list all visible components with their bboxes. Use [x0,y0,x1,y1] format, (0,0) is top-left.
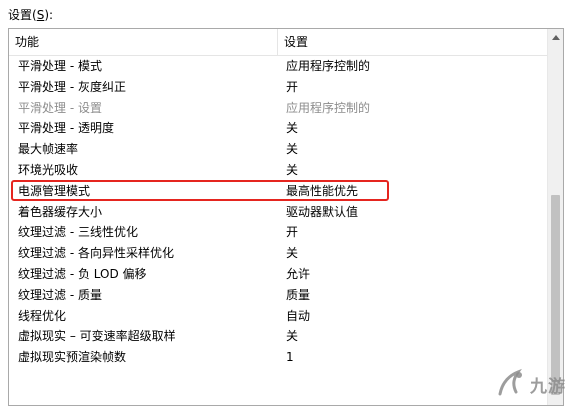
feature-name: 平滑处理 - 模式 [18,59,102,73]
table-row[interactable]: 纹理过滤 - 质量 质量 [9,285,547,306]
table-row[interactable]: 虚拟现实预渲染帧数 1 [9,347,547,368]
table-row[interactable]: 纹理过滤 - 各向异性采样优化 关 [9,243,547,264]
setting-value: 关 [286,329,299,344]
table-row[interactable]: 平滑处理 - 灰度纠正 开 [9,77,547,98]
setting-value: 驱动器默认值 [286,204,359,219]
feature-name: 纹理过滤 - 三线性优化 [18,225,138,240]
feature-name: 最大帧速率 [18,142,79,157]
setting-value: 允许 [286,266,311,281]
settings-section-label: 设置(S): [8,8,54,22]
setting-value: 自动 [286,308,311,323]
setting-value: 关 [286,142,299,157]
table-row[interactable]: 平滑处理 - 设置 应用程序控制的 [9,98,547,119]
setting-value: 关 [286,121,299,136]
feature-name: 虚拟现实预渲染帧数 [18,350,127,365]
watermark-text: 九游 [530,377,566,397]
feature-name: 环境光吸收 [18,162,79,177]
table-row[interactable]: 虚拟现实 – 可变速率超级取样 关 [9,326,547,347]
chevron-up-icon [551,34,560,40]
setting-value: 关 [286,162,299,177]
vertical-scrollbar[interactable] [547,29,563,405]
feature-name: 纹理过滤 - 质量 [18,287,102,302]
list-header: 功能 设置 [9,29,547,56]
feature-name: 线程优化 [18,308,67,323]
scroll-up-button[interactable] [548,29,563,45]
table-row[interactable]: 纹理过滤 - 负 LOD 偏移 允许 [9,264,547,285]
feature-name: 着色器缓存大小 [18,204,103,219]
feature-name: 纹理过滤 - 负 LOD 偏移 [18,266,147,281]
setting-value: 开 [286,79,299,94]
settings-list[interactable]: 功能 设置 平滑处理 - 模式 应用程序控制的 平滑处理 - 灰度纠正开 平滑处理… [8,28,564,406]
feature-name: 电源管理模式 [18,183,91,198]
setting-value: 最高性能优先 [286,183,359,198]
watermark: 九游 [494,366,574,404]
feature-name: 平滑处理 - 设置 [18,100,102,115]
feature-name: 平滑处理 - 灰度纠正 [18,79,126,94]
column-header-feature[interactable]: 功能 [9,29,278,55]
scrollbar-thumb[interactable] [551,195,560,395]
settings-rows: 平滑处理 - 模式 应用程序控制的 平滑处理 - 灰度纠正开 平滑处理 - 设置应… [9,56,547,368]
table-row[interactable]: 平滑处理 - 透明度 关 [9,118,547,139]
table-row[interactable]: 着色器缓存大小 驱动器默认值 [9,202,547,223]
feature-name: 纹理过滤 - 各向异性采样优化 [18,246,174,261]
setting-value: 应用程序控制的 [286,59,371,73]
feature-name: 虚拟现实 – 可变速率超级取样 [18,329,176,344]
table-row[interactable]: 最大帧速率 关 [9,139,547,160]
setting-value: 质量 [286,287,311,302]
table-row-power-management[interactable]: 电源管理模式 最高性能优先 [9,181,547,202]
setting-value: 应用程序控制的 [286,100,371,115]
feature-name: 平滑处理 - 透明度 [18,121,114,136]
setting-value: 开 [286,225,299,240]
setting-value: 关 [286,246,299,261]
column-header-setting[interactable]: 设置 [278,29,534,55]
jiuyou-logo-icon [498,368,522,396]
table-row[interactable]: 平滑处理 - 模式 应用程序控制的 [9,56,547,77]
table-row[interactable]: 线程优化 自动 [9,306,547,327]
table-row[interactable]: 环境光吸收 关 [9,160,547,181]
table-row[interactable]: 纹理过滤 - 三线性优化 开 [9,222,547,243]
setting-value: 1 [286,350,294,365]
